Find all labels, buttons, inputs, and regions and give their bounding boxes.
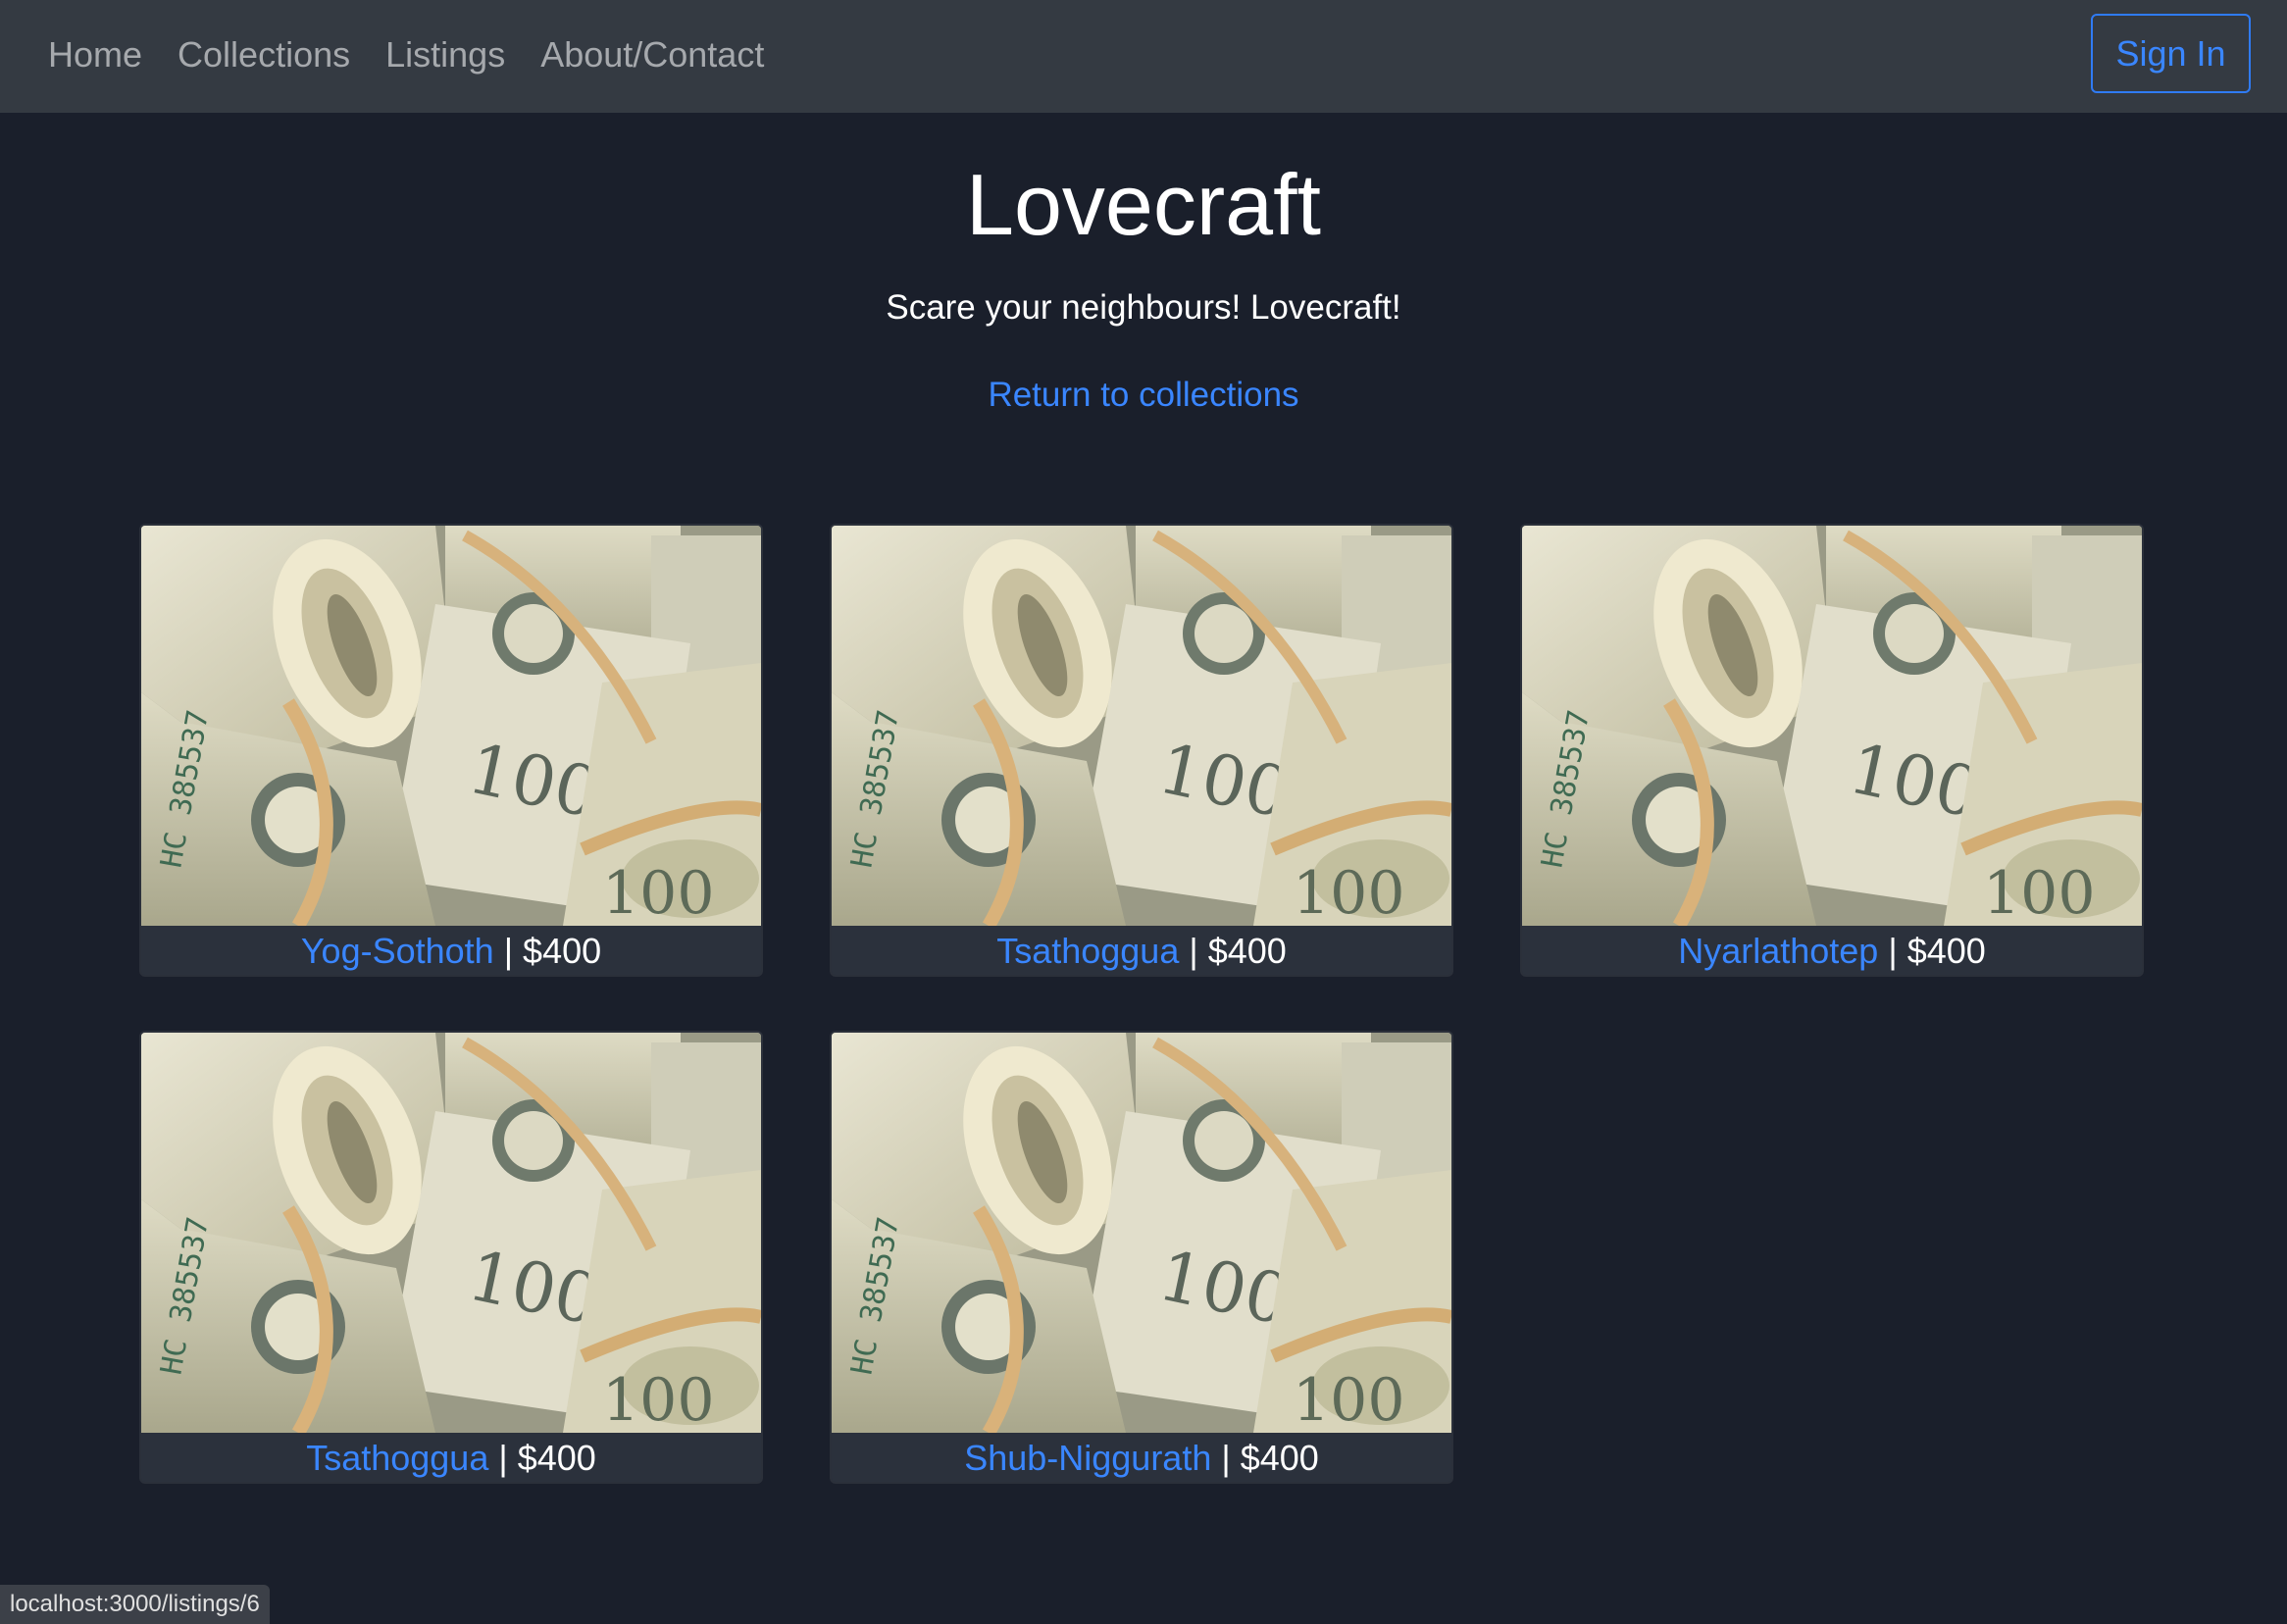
listing-price: $400 <box>517 1438 596 1478</box>
listing-caption: Tsathoggua | $400 <box>832 926 1451 975</box>
listing-caption: Tsathoggua | $400 <box>141 1433 761 1482</box>
listing-name-link[interactable]: Yog-Sothoth <box>301 931 494 972</box>
nav-about-contact-link[interactable]: About/Contact <box>540 34 764 76</box>
listing-name-link[interactable]: Nyarlathotep <box>1678 931 1878 972</box>
nav-links: Home Collections Listings About/Contact <box>48 0 764 110</box>
listing-card: Tsathoggua | $400 <box>139 1031 763 1484</box>
money-rolls-image <box>832 1033 1451 1433</box>
return-to-collections-link[interactable]: Return to collections <box>0 378 2287 412</box>
listing-price: $400 <box>1207 931 1287 971</box>
listing-name-link[interactable]: Shub-Niggurath <box>964 1438 1211 1479</box>
nav-collections-link[interactable]: Collections <box>178 34 350 76</box>
nav-listings-link[interactable]: Listings <box>385 34 505 76</box>
sign-in-button[interactable]: Sign In <box>2091 14 2251 93</box>
nav-home-link[interactable]: Home <box>48 34 142 76</box>
listing-image[interactable] <box>141 526 761 926</box>
money-rolls-image <box>1522 526 2142 926</box>
listing-card: Shub-Niggurath | $400 <box>830 1031 1453 1484</box>
caption-separator: | <box>498 1438 508 1478</box>
listing-name-link[interactable]: Tsathoggua <box>306 1438 488 1479</box>
listing-image[interactable] <box>1522 526 2142 926</box>
money-rolls-image <box>141 1033 761 1433</box>
listing-image[interactable] <box>832 526 1451 926</box>
caption-separator: | <box>1189 931 1198 971</box>
listing-card: Nyarlathotep | $400 <box>1520 524 2144 977</box>
listing-image[interactable] <box>141 1033 761 1433</box>
page-subtitle: Scare your neighbours! Lovecraft! <box>886 288 1401 327</box>
listing-price: $400 <box>1240 1438 1319 1478</box>
listing-card: Yog-Sothoth | $400 <box>139 524 763 977</box>
listing-card: Tsathoggua | $400 <box>830 524 1453 977</box>
listing-caption: Yog-Sothoth | $400 <box>141 926 761 975</box>
listing-image[interactable] <box>832 1033 1451 1433</box>
money-rolls-image <box>141 526 761 926</box>
listing-price: $400 <box>1906 931 1986 971</box>
listing-caption: Shub-Niggurath | $400 <box>832 1433 1451 1482</box>
page-title: Lovecraft <box>966 156 1321 253</box>
status-bar-url: localhost:3000/listings/6 <box>0 1585 270 1624</box>
caption-separator: | <box>1221 1438 1231 1478</box>
caption-separator: | <box>503 931 514 971</box>
navbar: Home Collections Listings About/Contact … <box>0 0 2287 113</box>
listing-price: $400 <box>523 931 602 971</box>
listing-name-link[interactable]: Tsathoggua <box>996 931 1179 972</box>
money-rolls-image <box>832 526 1451 926</box>
listing-caption: Nyarlathotep | $400 <box>1522 926 2142 975</box>
caption-separator: | <box>1888 931 1898 971</box>
